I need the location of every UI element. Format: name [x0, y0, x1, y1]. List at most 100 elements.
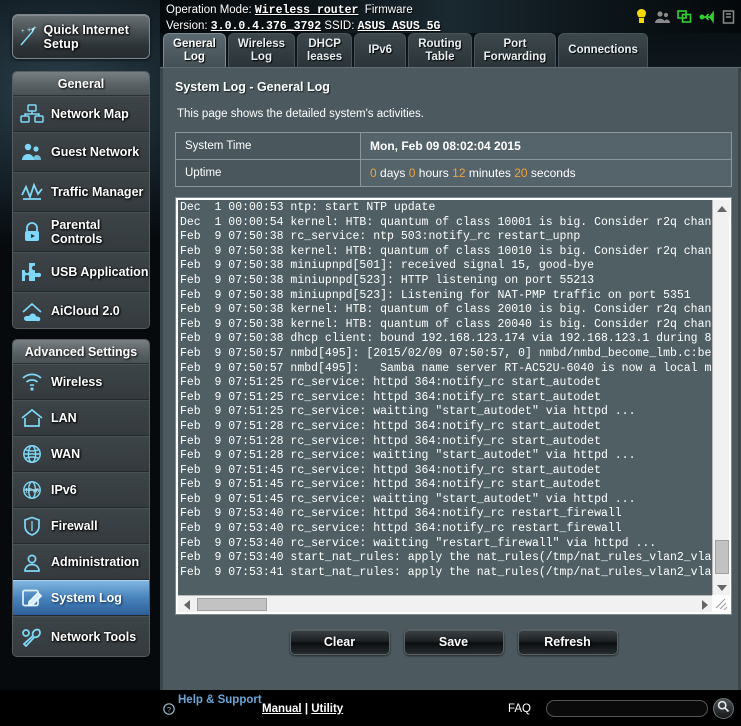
- log-line: Feb 9 07:50:38 kernel: HTB: quantum of c…: [180, 303, 712, 317]
- sidebar-item-label: Network Map: [51, 107, 129, 121]
- cloud-icon: [13, 300, 51, 322]
- notification-icon[interactable]: [635, 9, 648, 24]
- sidebar-item-label: WAN: [51, 447, 81, 461]
- log-line: Feb 9 07:51:25 rc_service: httpd 364:not…: [180, 376, 601, 390]
- log-line: Feb 9 07:53:40 rc_service: httpd 364:not…: [180, 522, 622, 536]
- quick-internet-setup-button[interactable]: + + + Quick Internet Setup: [12, 14, 150, 59]
- sidebar-item-label: AiCloud 2.0: [51, 303, 120, 318]
- horizontal-scroll-thumb[interactable]: [197, 598, 267, 611]
- tab-label: Wireless Log: [237, 37, 286, 63]
- clear-button[interactable]: Clear: [289, 629, 390, 655]
- sidebar-item-wireless[interactable]: Wireless: [13, 364, 149, 400]
- tab-wireless-log[interactable]: Wireless Log: [227, 33, 296, 67]
- sidebar-item-network-map[interactable]: Network Map: [13, 96, 149, 132]
- log-line: Feb 9 07:51:45 rc_service: waitting "sta…: [180, 492, 636, 506]
- firmware-label: Firmware: [361, 4, 413, 16]
- system-time-value: Mon, Feb 09 08:02:04 2015: [360, 132, 732, 160]
- tab-connections[interactable]: Connections: [558, 33, 648, 67]
- faq-search-input[interactable]: [546, 700, 708, 717]
- general-menu-block: General Network Map Guest Network Traffi…: [12, 71, 150, 329]
- sidebar-item-firewall[interactable]: Firewall: [13, 508, 149, 544]
- sidebar-item-label: LAN: [51, 411, 77, 425]
- uptime-label: Uptime: [175, 159, 361, 187]
- tab-port-forwarding[interactable]: Port Forwarding: [473, 33, 557, 67]
- log-vertical-scrollbar[interactable]: [712, 200, 730, 596]
- scroll-right-arrow-icon[interactable]: [696, 596, 713, 613]
- sidebar-item-lan[interactable]: LAN: [13, 400, 149, 436]
- table-row: Uptime 0 days 0 hours 12 minutes 20 seco…: [175, 159, 732, 187]
- usb-device-icon[interactable]: [699, 9, 715, 24]
- uptime-minutes-unit: minutes: [468, 166, 511, 180]
- log-line: Feb 9 07:50:38 rc_service: ntp 503:notif…: [180, 230, 581, 244]
- scroll-down-arrow-icon[interactable]: [713, 579, 730, 596]
- sidebar-item-label: System Log: [51, 591, 122, 605]
- save-button[interactable]: Save: [403, 629, 504, 655]
- manual-link[interactable]: Manual: [262, 703, 302, 715]
- sidebar-item-ipv6[interactable]: IPv6 IPv6: [13, 472, 149, 508]
- tab-routing-table[interactable]: Routing Table: [408, 33, 472, 67]
- tab-bar: General Log Wireless Log DHCP leases IPv6 R…: [160, 33, 741, 68]
- faq-label: FAQ: [508, 703, 532, 715]
- sidebar: + + + Quick Internet Setup General Netwo…: [0, 0, 160, 726]
- ipv6-globe-icon: IPv6: [13, 480, 51, 500]
- sidebar-item-usb-application[interactable]: USB Application: [13, 252, 149, 292]
- firmware-version-label: Version:: [166, 19, 208, 32]
- link-separator: |: [304, 703, 309, 715]
- tab-label: General Log: [173, 37, 216, 63]
- sidebar-item-administration[interactable]: Administration: [13, 544, 149, 580]
- log-line: Feb 9 07:50:38 miniupnpd[523]: HTTP list…: [180, 273, 595, 287]
- connected-clients-icon[interactable]: [677, 9, 692, 24]
- sidebar-item-system-log[interactable]: System Log: [13, 580, 149, 616]
- faq-search-button[interactable]: [713, 698, 734, 719]
- ssid-label: SSID:: [324, 19, 355, 32]
- sidebar-item-label: Administration: [51, 555, 140, 569]
- tab-dhcp-leases[interactable]: DHCP leases: [297, 33, 353, 67]
- sidebar-item-label: Firewall: [51, 519, 98, 533]
- log-horizontal-scrollbar[interactable]: [178, 595, 713, 612]
- operation-mode-link[interactable]: Wireless router: [255, 4, 359, 17]
- lock-icon: [13, 221, 51, 243]
- sidebar-item-wan[interactable]: WAN: [13, 436, 149, 472]
- footer: ? Help & Support Manual | Utility FAQ: [0, 690, 741, 726]
- topbar: Operation Mode: Wireless router Firmware…: [160, 0, 741, 33]
- utility-link[interactable]: Utility: [311, 703, 343, 715]
- log-line: Dec 1 00:00:54 kernel: HTB: quantum of c…: [180, 215, 712, 229]
- tab-label: Port Forwarding: [483, 37, 547, 63]
- log-line: Feb 9 07:53:40 rc_service: waitting "res…: [180, 536, 657, 550]
- vertical-scroll-thumb[interactable]: [715, 540, 729, 574]
- sidebar-item-network-tools[interactable]: Network Tools: [13, 616, 149, 656]
- system-log-textarea[interactable]: Dec 1 00:00:53 ntp: start NTP update Dec …: [175, 197, 732, 615]
- scroll-up-arrow-icon[interactable]: [713, 200, 730, 217]
- svg-text:?: ?: [167, 705, 171, 714]
- sidebar-item-label: Traffic Manager: [51, 185, 144, 199]
- uptime-hours-unit: hours: [418, 166, 449, 180]
- wifi-icon: [13, 372, 51, 392]
- guest-users-icon[interactable]: [655, 10, 670, 24]
- status-icon-group: [635, 9, 735, 24]
- log-line: Feb 9 07:50:38 kernel: HTB: quantum of c…: [180, 317, 712, 331]
- resize-grip-icon[interactable]: [712, 595, 729, 612]
- content-area: System Log - General Log This page shows…: [160, 68, 741, 723]
- help-support-link[interactable]: Help & Support: [178, 693, 262, 707]
- sidebar-item-aicloud[interactable]: AiCloud 2.0: [13, 292, 149, 328]
- sidebar-item-label: Parental Controls: [51, 218, 103, 246]
- ssid-value: ASUS ASUS_5G: [357, 19, 441, 33]
- tab-ipv6[interactable]: IPv6: [354, 33, 407, 67]
- log-line: Feb 9 07:50:38 miniupnpd[523]: Listening…: [180, 288, 691, 302]
- log-line: Feb 9 07:51:28 rc_service: httpd 364:not…: [180, 419, 601, 433]
- main-panel: Operation Mode: Wireless router Firmware…: [160, 0, 741, 726]
- printer-icon[interactable]: [722, 9, 735, 24]
- scroll-left-arrow-icon[interactable]: [178, 596, 195, 613]
- general-section-header: General: [13, 72, 149, 96]
- refresh-button[interactable]: Refresh: [517, 629, 618, 655]
- svg-text:+: +: [33, 25, 37, 32]
- tab-general-log[interactable]: General Log: [163, 33, 226, 67]
- sidebar-item-traffic-manager[interactable]: Traffic Manager: [13, 172, 149, 212]
- log-line: Feb 9 07:51:25 rc_service: waitting "sta…: [180, 405, 636, 419]
- action-button-row: Clear Save Refresh: [175, 629, 732, 655]
- shield-icon: [13, 516, 51, 536]
- svg-text:IPv6: IPv6: [25, 488, 40, 495]
- sidebar-item-parental-controls[interactable]: Parental Controls: [13, 212, 149, 252]
- firmware-version-value: 3.0.0.4.376_3792: [210, 19, 322, 33]
- sidebar-item-guest-network[interactable]: Guest Network: [13, 132, 149, 172]
